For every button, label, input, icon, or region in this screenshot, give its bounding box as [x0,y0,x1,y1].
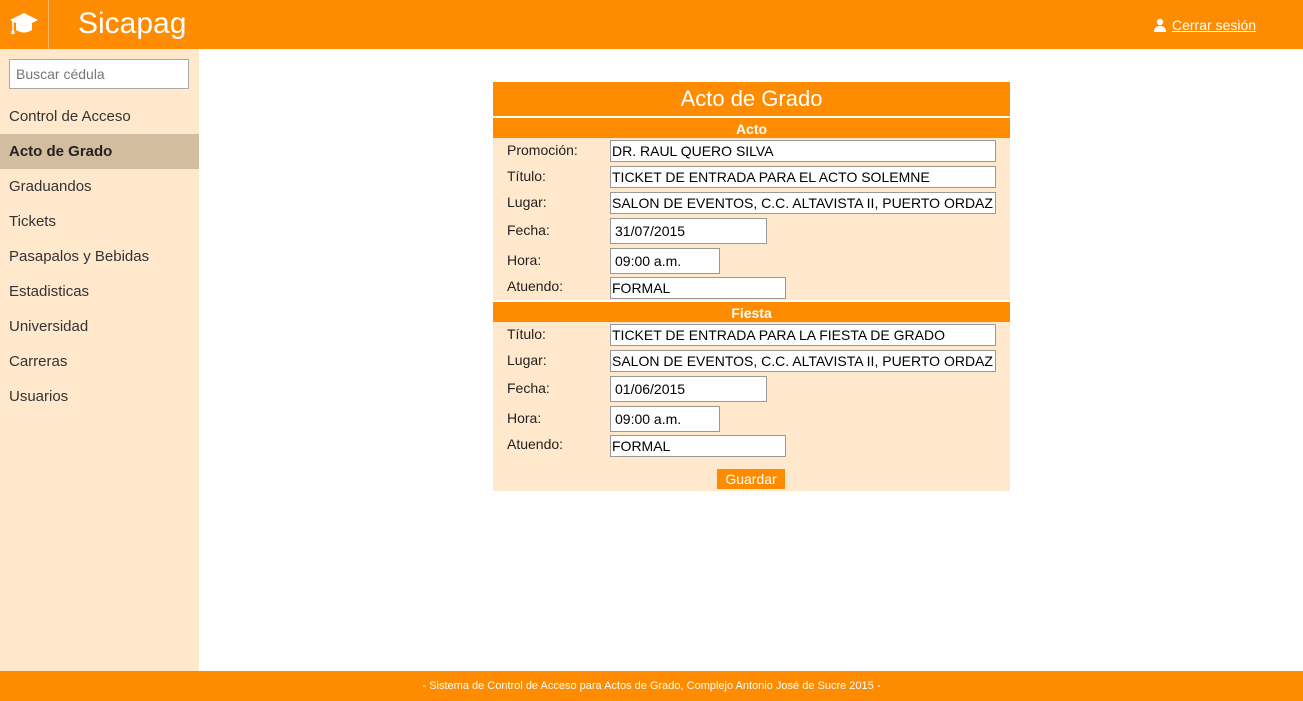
row-promocion: Promoción: [493,138,1010,164]
fiesta-fecha-field[interactable] [610,376,767,402]
logout-label: Cerrar sesión [1172,17,1257,33]
fiesta-titulo-label: Título: [507,326,546,342]
top-bar: Sicapag Cerrar sesión [0,0,1303,49]
acto-grado-form: Acto de Grado Acto Promoción: Título: Lu… [493,82,1010,491]
fiesta-atuendo-label: Atuendo: [507,436,564,452]
acto-hora-field[interactable] [610,248,720,274]
fiesta-hora-field[interactable] [610,406,720,432]
sidebar-item-usuarios[interactable]: Usuarios [0,379,199,414]
acto-lugar-field[interactable] [610,192,996,214]
row-acto-fecha: Fecha: [493,216,1010,246]
sidebar-item-control-acceso[interactable]: Control de Acceso [0,99,199,134]
row-fiesta-hora: Hora: [493,404,1010,434]
acto-atuendo-field[interactable] [610,277,786,299]
fiesta-titulo-field[interactable] [610,324,996,346]
acto-atuendo-label: Atuendo: [507,278,564,294]
row-fiesta-lugar: Lugar: [493,348,1010,374]
user-icon [1154,18,1166,32]
acto-lugar-label: Lugar: [507,194,547,210]
row-acto-titulo: Título: [493,164,1010,190]
sidebar-item-pasapalos[interactable]: Pasapalos y Bebidas [0,239,199,274]
acto-fecha-label: Fecha: [507,222,550,238]
logout-link[interactable]: Cerrar sesión [1153,16,1256,34]
acto-fecha-field[interactable] [610,218,767,244]
graduation-cap-icon [10,12,38,34]
section-header-acto: Acto [493,116,1010,138]
form-title: Acto de Grado [493,82,1010,116]
sidebar-item-acto-grado[interactable]: Acto de Grado [0,134,199,169]
fiesta-lugar-field[interactable] [610,350,996,372]
sidebar-item-carreras[interactable]: Carreras [0,344,199,379]
fiesta-lugar-label: Lugar: [507,352,547,368]
fiesta-hora-label: Hora: [507,410,542,426]
sidebar-item-universidad[interactable]: Universidad [0,309,199,344]
row-acto-hora: Hora: [493,246,1010,276]
acto-titulo-label: Título: [507,168,546,184]
sidebar-nav: Control de Acceso Acto de Grado Graduand… [0,99,199,414]
promocion-label: Promoción: [507,142,578,158]
row-acto-atuendo: Atuendo: [493,276,1010,300]
section-header-fiesta: Fiesta [493,300,1010,322]
row-fiesta-atuendo: Atuendo: [493,434,1010,458]
logo[interactable] [0,0,49,49]
app-title[interactable]: Sicapag [78,5,186,43]
fiesta-fecha-label: Fecha: [507,380,550,396]
save-button[interactable]: Guardar [717,469,785,489]
acto-promocion-field[interactable] [610,140,996,162]
fiesta-atuendo-field[interactable] [610,435,786,457]
row-acto-lugar: Lugar: [493,190,1010,216]
acto-hora-label: Hora: [507,252,542,268]
sidebar-item-graduandos[interactable]: Graduandos [0,169,199,204]
row-fiesta-titulo: Título: [493,322,1010,348]
footer: - Sistema de Control de Acceso para Acto… [0,671,1303,701]
row-fiesta-fecha: Fecha: [493,374,1010,404]
acto-titulo-field[interactable] [610,166,996,188]
sidebar-item-estadisticas[interactable]: Estadisticas [0,274,199,309]
sidebar-item-tickets[interactable]: Tickets [0,204,199,239]
search-cedula-input[interactable] [9,59,189,89]
sidebar: Control de Acceso Acto de Grado Graduand… [0,49,199,671]
